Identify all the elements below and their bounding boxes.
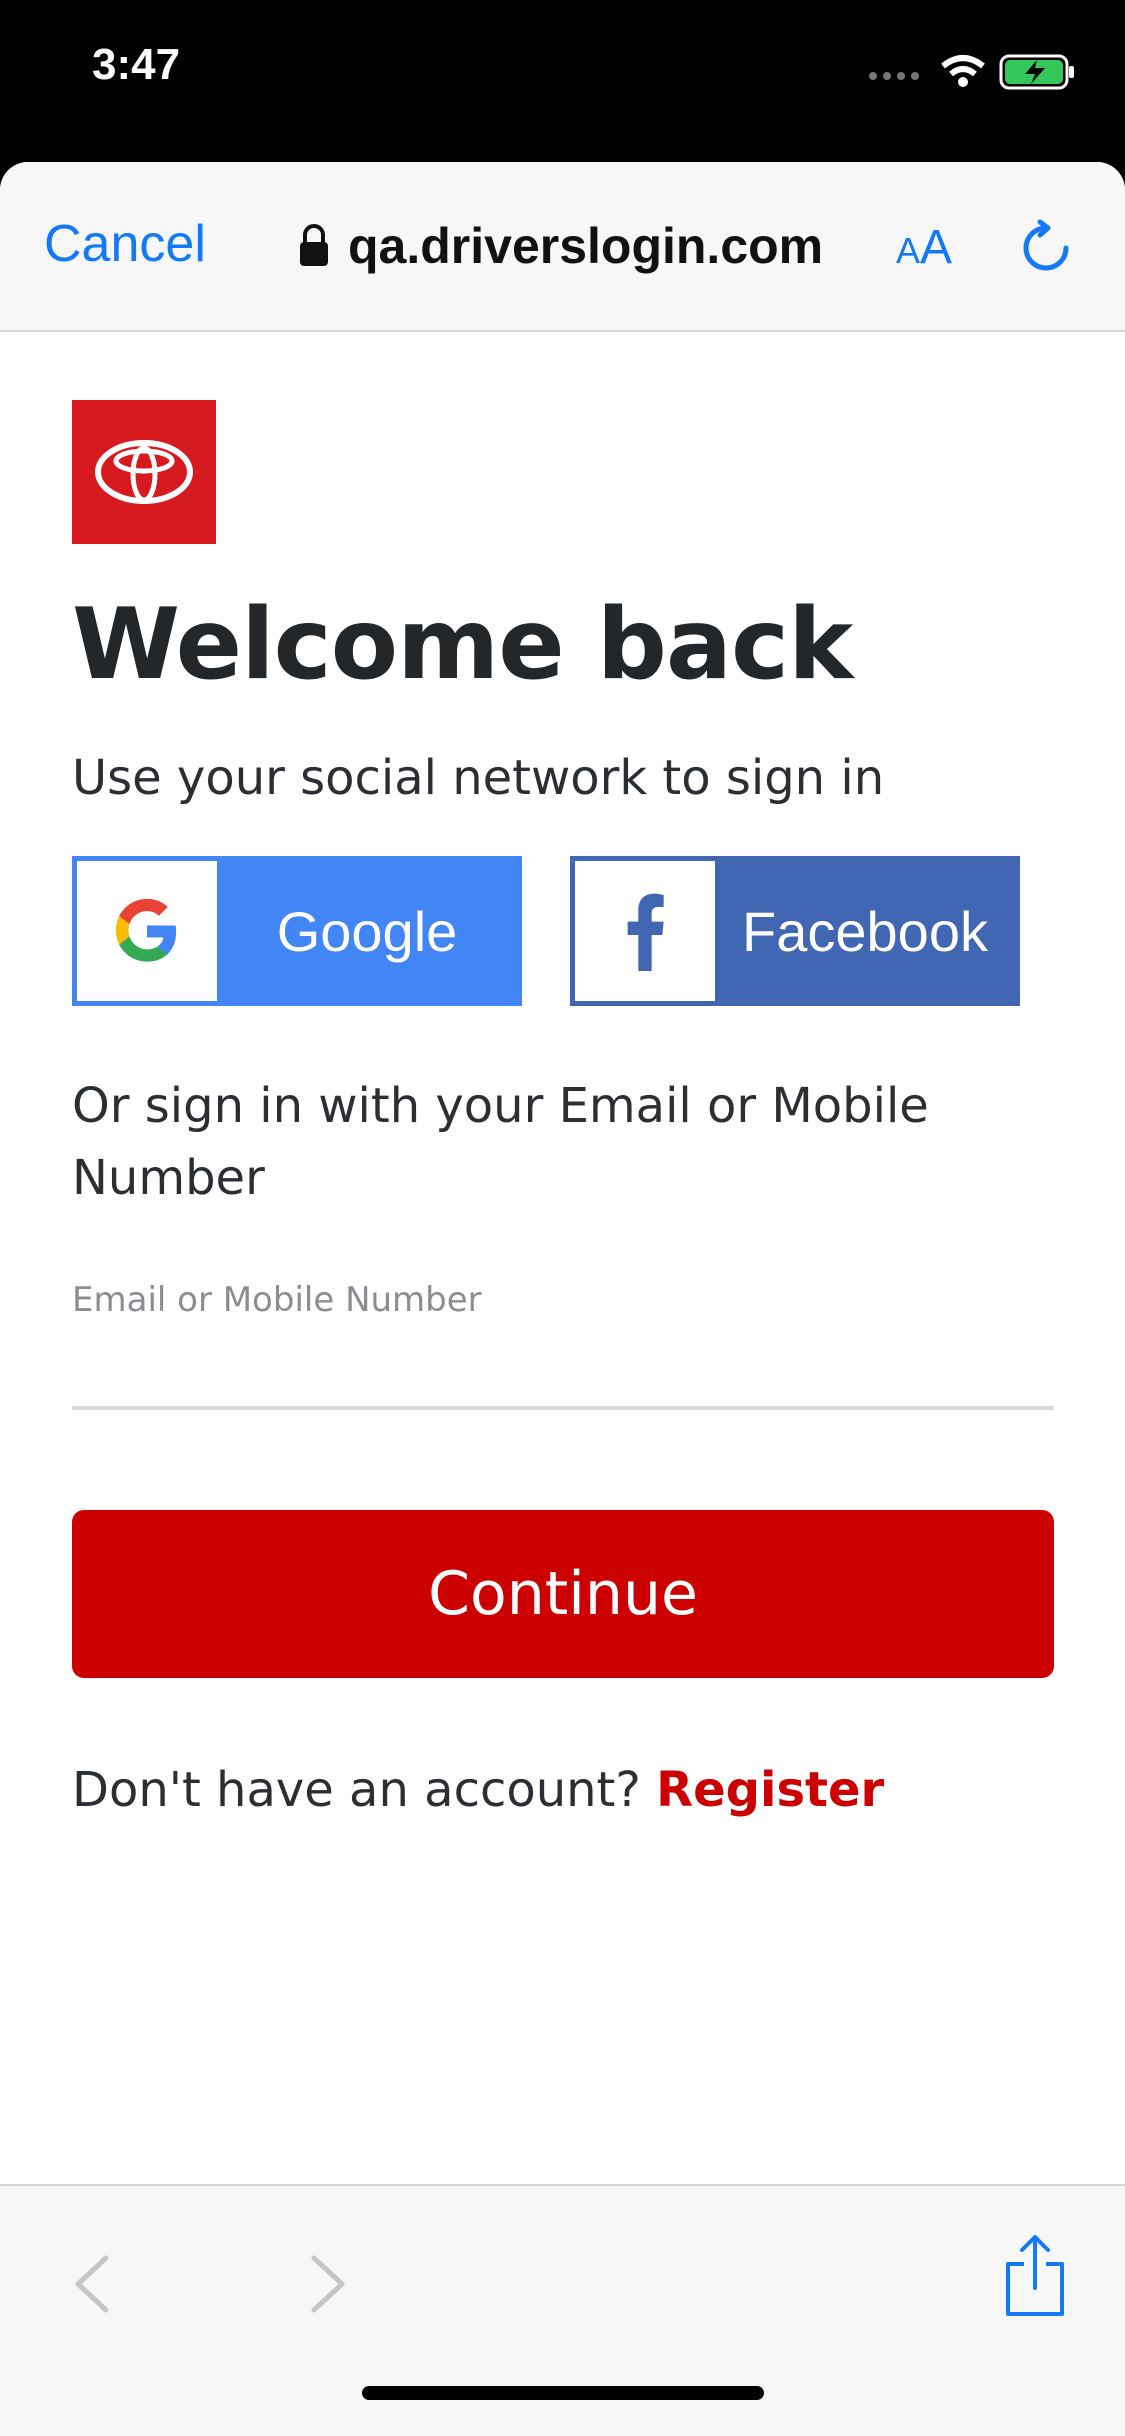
register-link[interactable]: Register bbox=[656, 1762, 884, 1818]
reload-icon[interactable] bbox=[1016, 218, 1076, 278]
browser-bottom-toolbar bbox=[0, 2184, 1125, 2436]
signal-wifi-battery-icon bbox=[869, 54, 1074, 90]
page-title: Welcome back bbox=[72, 588, 853, 702]
toyota-logo bbox=[72, 400, 216, 544]
facebook-icon bbox=[627, 893, 664, 971]
facebook-signin-button[interactable]: Facebook bbox=[570, 856, 1020, 1006]
text-size-small: A bbox=[896, 230, 921, 271]
facebook-icon-box bbox=[575, 861, 715, 1001]
back-icon[interactable] bbox=[70, 2252, 114, 2316]
browser-sheet: Cancel qa.driverslogin.com AA Welcome ba… bbox=[0, 162, 1125, 2436]
url-text: qa.driverslogin.com bbox=[348, 218, 824, 274]
continue-button[interactable]: Continue bbox=[72, 1510, 1054, 1678]
cancel-button[interactable]: Cancel bbox=[44, 214, 206, 274]
share-icon[interactable] bbox=[1000, 2234, 1070, 2318]
status-time: 3:47 bbox=[92, 40, 181, 89]
forward-icon[interactable] bbox=[306, 2252, 350, 2316]
address-bar[interactable]: qa.driverslogin.com bbox=[296, 214, 823, 278]
google-label: Google bbox=[276, 899, 458, 963]
google-icon-box bbox=[77, 861, 217, 1001]
toyota-emblem-icon bbox=[95, 440, 193, 504]
status-icons bbox=[865, 48, 1085, 92]
register-row: Don't have an account? Register bbox=[72, 1762, 884, 1818]
facebook-label: Facebook bbox=[742, 899, 988, 963]
text-size-big: A bbox=[920, 221, 953, 274]
browser-toolbar: Cancel qa.driverslogin.com AA bbox=[0, 162, 1125, 332]
lock-icon bbox=[300, 224, 328, 266]
email-or-mobile-input[interactable] bbox=[72, 1330, 1054, 1410]
google-signin-button[interactable]: Google bbox=[72, 856, 522, 1006]
home-indicator[interactable] bbox=[362, 2386, 764, 2400]
social-signin-subtitle: Use your social network to sign in bbox=[72, 750, 885, 806]
email-field-label: Email or Mobile Number bbox=[72, 1280, 482, 1320]
text-size-button[interactable]: AA bbox=[896, 220, 952, 275]
no-account-text: Don't have an account? bbox=[72, 1762, 641, 1818]
email-signin-instruction: Or sign in with your Email or Mobile Num… bbox=[72, 1078, 929, 1206]
google-icon bbox=[115, 898, 177, 962]
status-bar: 3:47 bbox=[0, 0, 1125, 162]
